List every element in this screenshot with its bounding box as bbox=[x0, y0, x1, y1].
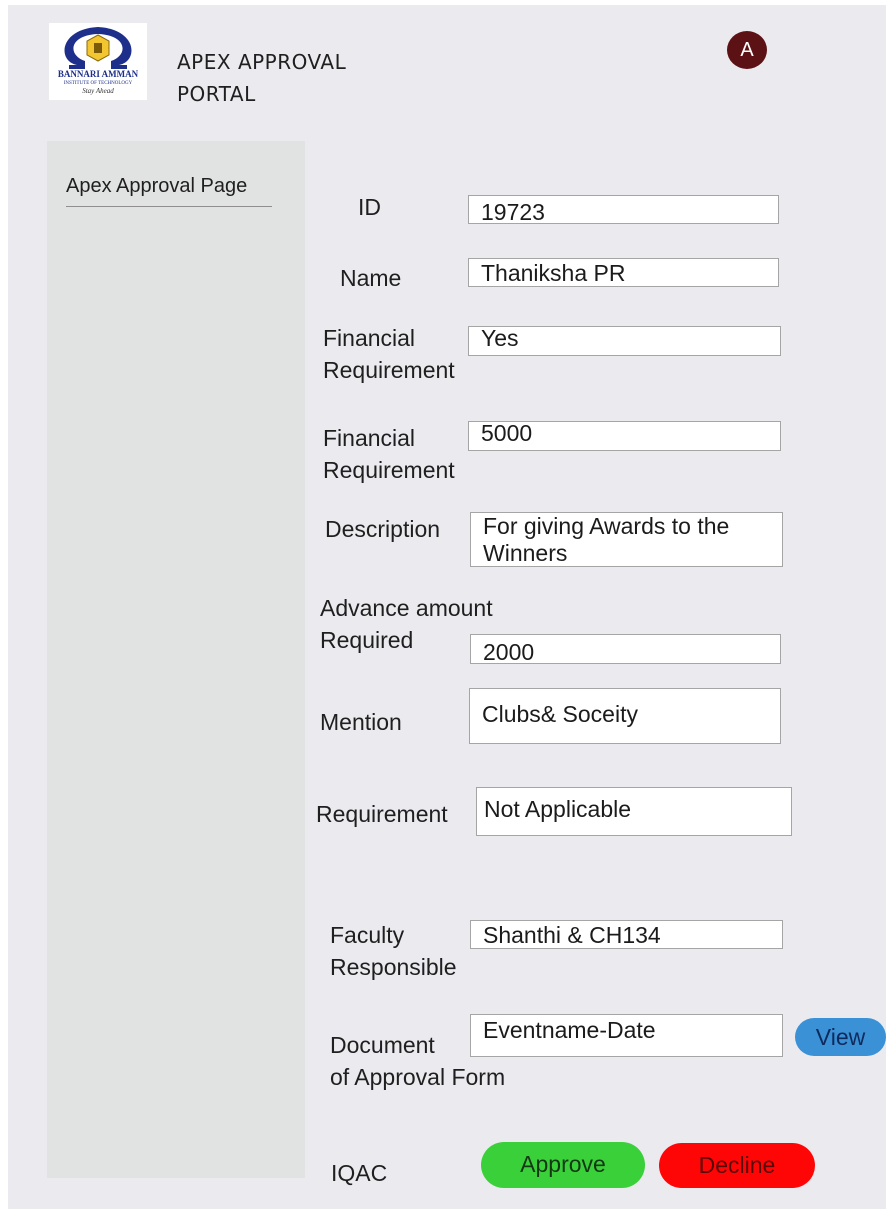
document-approval-field[interactable]: Eventname-Date bbox=[470, 1014, 783, 1057]
logo-line-1: BANNARI AMMAN bbox=[57, 69, 139, 79]
logo-line-3: Stay Ahead bbox=[82, 87, 114, 95]
requirement-field[interactable]: Not Applicable bbox=[476, 787, 792, 836]
faculty-responsible-label-line-2: Responsible bbox=[330, 954, 457, 980]
portal-title: APEX APPROVAL PORTAL bbox=[177, 46, 397, 110]
institution-seal-icon bbox=[64, 27, 132, 69]
view-document-button[interactable]: View bbox=[795, 1018, 886, 1056]
document-approval-label-line-2: of Approval Form bbox=[330, 1064, 506, 1090]
description-field[interactable]: For giving Awards to the Winners bbox=[470, 512, 783, 567]
financial-amount-label-line-1: Financial bbox=[323, 425, 416, 451]
financial-requirement-label-line-1: Financial bbox=[323, 325, 416, 351]
financial-amount-label: Financial Requirement bbox=[323, 422, 455, 486]
description-line-1: For giving Awards to the bbox=[483, 513, 730, 539]
approve-button[interactable]: Approve bbox=[481, 1142, 645, 1188]
advance-amount-label: Advance amount Required bbox=[320, 592, 493, 656]
financial-requirement-label: Financial Requirement bbox=[323, 322, 455, 386]
portal-title-line-1: APEX APPROVAL bbox=[177, 50, 347, 74]
faculty-responsible-label-line-1: Faculty bbox=[330, 922, 405, 948]
institution-logo: BANNARI AMMAN INSTITUTE OF TECHNOLOGY St… bbox=[49, 23, 147, 100]
faculty-responsible-field[interactable]: Shanthi & CH134 bbox=[470, 920, 783, 949]
name-field[interactable]: Thaniksha PR bbox=[468, 258, 779, 287]
financial-requirement-field[interactable]: Yes bbox=[468, 326, 781, 356]
mention-label: Mention bbox=[320, 709, 402, 735]
advance-amount-label-line-2: Required bbox=[320, 627, 414, 653]
portal-title-line-2: PORTAL bbox=[177, 82, 256, 106]
sidebar: Apex Approval Page bbox=[47, 141, 305, 1178]
mention-field[interactable]: Clubs& Soceity bbox=[469, 688, 781, 744]
advance-amount-field[interactable]: 2000 bbox=[470, 634, 781, 664]
logo-line-2: INSTITUTE OF TECHNOLOGY bbox=[63, 81, 133, 86]
decline-button[interactable]: Decline bbox=[659, 1143, 815, 1188]
requirement-label: Requirement bbox=[316, 801, 448, 827]
financial-amount-label-line-2: Requirement bbox=[323, 457, 455, 483]
financial-requirement-label-line-2: Requirement bbox=[323, 357, 455, 383]
user-avatar[interactable]: A bbox=[727, 31, 767, 69]
financial-amount-field[interactable]: 5000 bbox=[468, 421, 781, 451]
description-line-2: Winners bbox=[483, 540, 568, 566]
name-label: Name bbox=[340, 265, 402, 291]
id-label: ID bbox=[358, 194, 381, 220]
id-field[interactable]: 19723 bbox=[468, 195, 779, 224]
faculty-responsible-label: Faculty Responsible bbox=[330, 919, 457, 983]
iqac-label: IQAC bbox=[331, 1160, 388, 1186]
sidebar-item-apex-approval[interactable]: Apex Approval Page bbox=[66, 174, 272, 207]
description-label: Description bbox=[325, 516, 441, 542]
advance-amount-label-line-1: Advance amount bbox=[320, 595, 493, 621]
